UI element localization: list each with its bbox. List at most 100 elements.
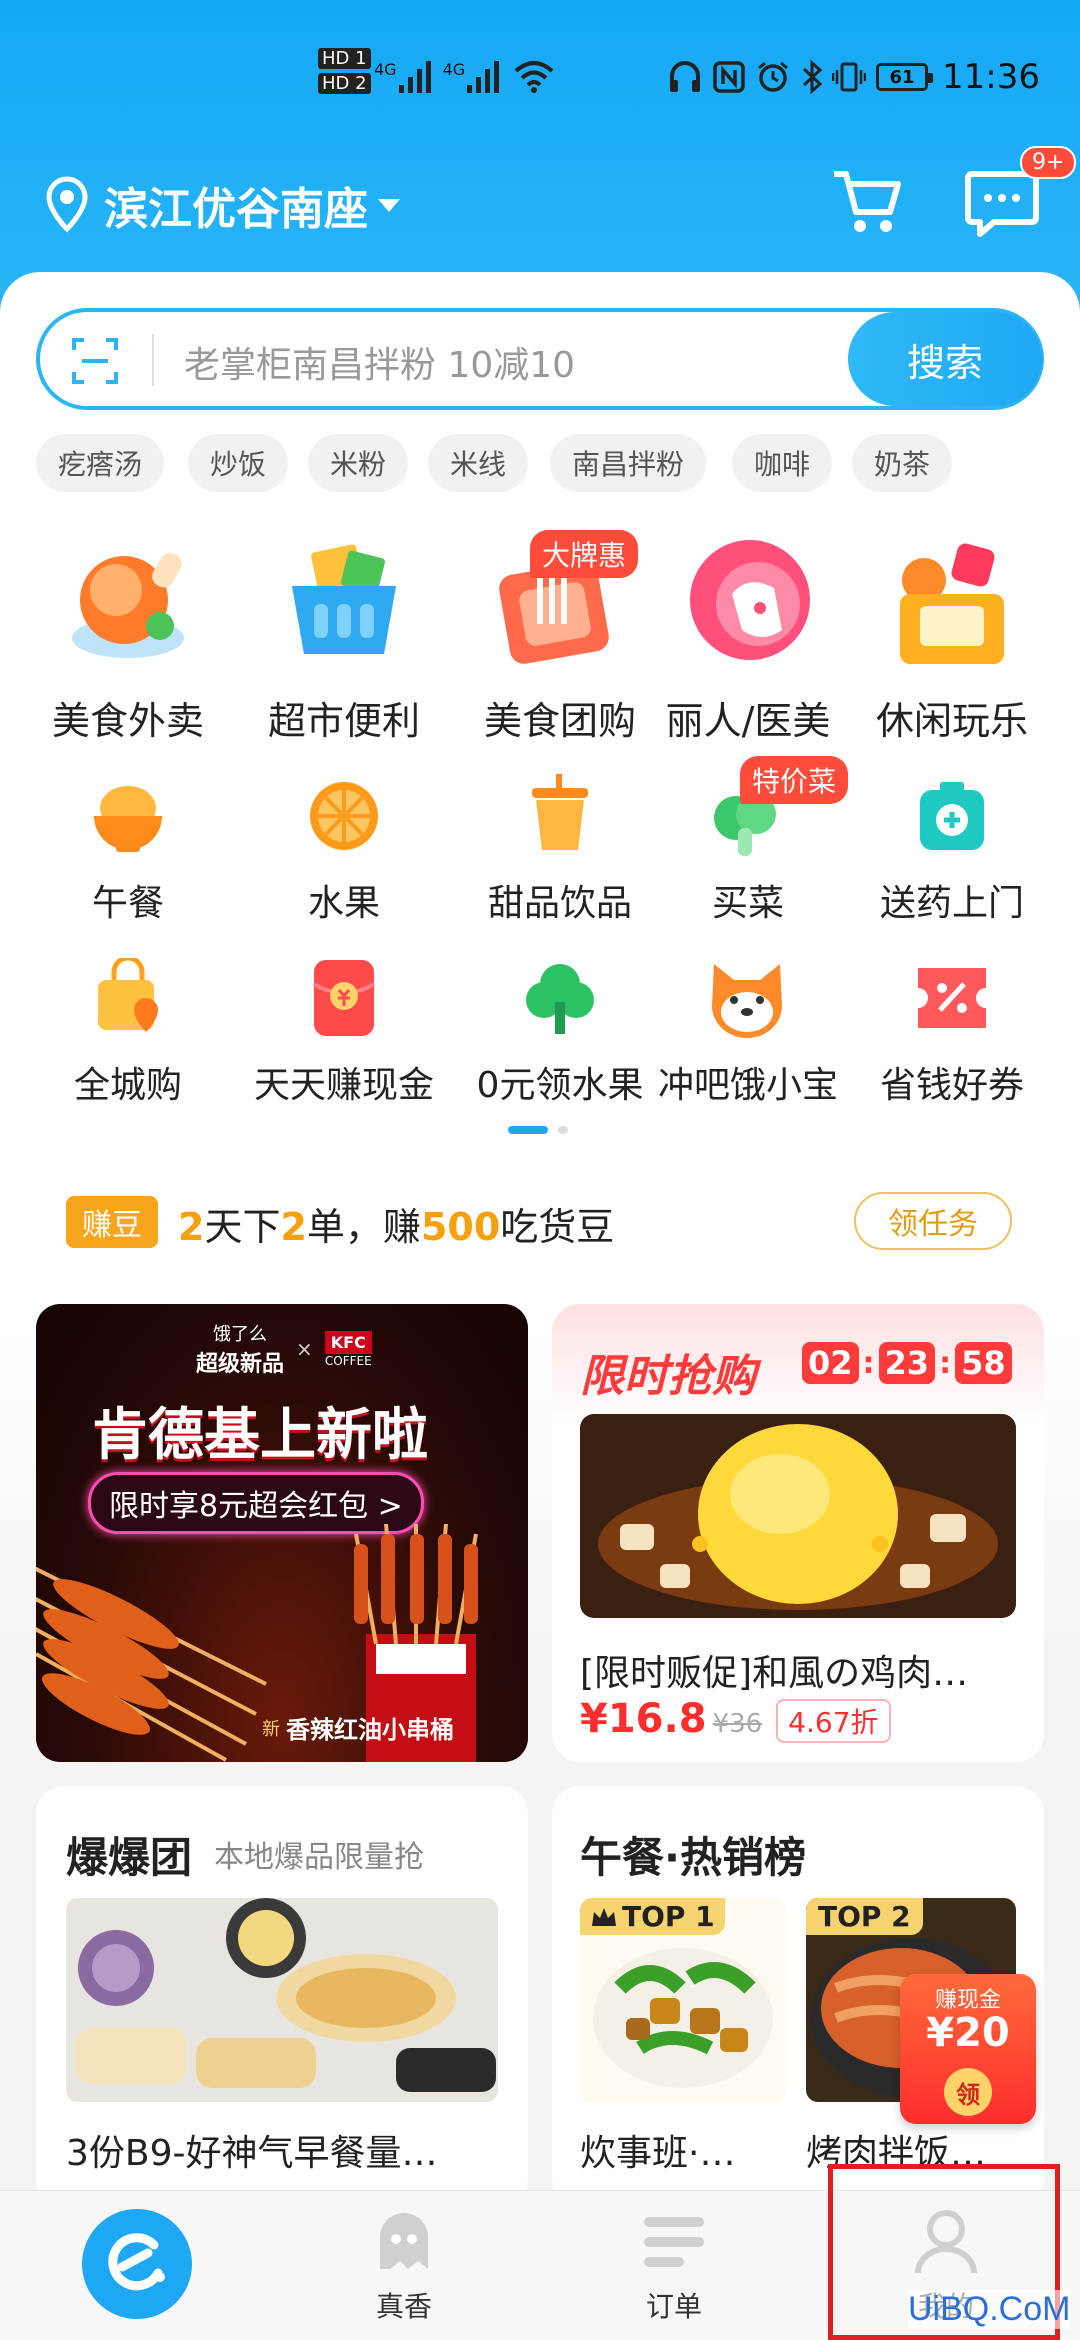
- category-ele-pet[interactable]: 冲吧饿小宝: [640, 952, 856, 1112]
- signal-icon-1: [398, 61, 431, 93]
- scan-icon[interactable]: [70, 336, 120, 386]
- nav-label: 真香: [375, 2290, 432, 2323]
- rice-bowl-icon: [94, 786, 162, 852]
- hot-tag[interactable]: 奶茶: [852, 434, 953, 492]
- earn-tag: 赚豆: [66, 1196, 158, 1248]
- alarm-icon: [758, 61, 788, 92]
- banner-title: 肯德基上新啦: [92, 1403, 428, 1468]
- location-selector[interactable]: 滨江优谷南座: [42, 170, 400, 240]
- net-label-2: 4G: [442, 59, 466, 79]
- wifi-icon: [514, 61, 554, 93]
- vibrate-icon: [832, 62, 866, 92]
- earn-cash-claim-button[interactable]: 领: [944, 2068, 992, 2116]
- crown-icon: [592, 1907, 616, 1926]
- message-badge: 9+: [1020, 146, 1077, 179]
- rank-item-1[interactable]: TOP 1: [580, 1898, 786, 2102]
- leisure-gift-icon: [900, 543, 1004, 664]
- rank-item-1-name: 炊事班·…: [580, 2133, 736, 2174]
- category-label: 丽人/医美: [665, 699, 831, 743]
- page-indicator: [508, 1126, 568, 1134]
- eleme-brand: 饿了么: [213, 1324, 267, 1345]
- category-dessert-drinks[interactable]: 甜品饮品: [452, 770, 668, 930]
- hot-tag[interactable]: 米粉: [308, 434, 409, 492]
- baobao-card[interactable]: 爆爆团 本地爆品限量抢 3份B9-好神气早餐量…: [36, 1786, 528, 2206]
- battery-icon: 61: [876, 63, 933, 91]
- category-label: 午餐: [91, 883, 164, 924]
- message-button[interactable]: 9+: [964, 146, 1077, 240]
- category-city-shopping[interactable]: 全城购: [20, 952, 236, 1112]
- earn-beans-bar[interactable]: 赚豆 2天下2单，赚500吃货豆 领任务: [36, 1160, 1044, 1280]
- orange-slice-icon: [310, 782, 378, 850]
- kfc-coffee-label: COFFEE: [324, 1353, 372, 1368]
- watermark: UiBQ.CoM: [908, 2290, 1071, 2329]
- category-label: 全城购: [73, 1065, 182, 1106]
- category-label: 买菜: [711, 883, 784, 924]
- category-fruit[interactable]: 水果: [236, 770, 452, 930]
- nav-tab-zhenxiang[interactable]: 真香: [344, 2207, 464, 2337]
- page-dot-active: [508, 1126, 548, 1134]
- category-leisure[interactable]: 休闲玩乐: [844, 530, 1060, 750]
- kfc-logo: KFC: [324, 1330, 372, 1354]
- category-earn-cash[interactable]: 天天赚现金: [236, 952, 452, 1112]
- nfc-icon: [713, 61, 745, 93]
- discount-tag: 4.67折: [776, 1699, 891, 1743]
- hot-tag[interactable]: 咖啡: [732, 434, 833, 492]
- category-label: 送药上门: [879, 883, 1024, 924]
- new-tag: 新: [262, 1718, 280, 1740]
- category-food-delivery[interactable]: 美食外卖: [20, 530, 236, 750]
- nav-label: 订单: [645, 2290, 702, 2323]
- category-label: 0元领水果: [476, 1065, 644, 1106]
- countdown-seconds: 58: [955, 1342, 1012, 1384]
- lunch-rank-title: 午餐·热销榜: [580, 1833, 806, 1882]
- earn-text: 2天下2单，赚500吃货豆: [178, 1196, 614, 1251]
- hot-tag[interactable]: 南昌拌粉: [550, 434, 707, 492]
- battery-level: 61: [889, 66, 915, 88]
- banner-product: 新 香辣红油小串桶: [262, 1710, 454, 1745]
- category-label: 天天赚现金: [253, 1065, 434, 1106]
- category-label: 省钱好券: [879, 1065, 1024, 1106]
- super-new-label: 超级新品: [196, 1352, 285, 1377]
- category-groceries[interactable]: 特价菜 买菜: [640, 756, 856, 930]
- earn-cash-float[interactable]: 赚现金 ¥20 领: [900, 1974, 1036, 2124]
- medicine-box-icon: [920, 782, 984, 850]
- category-lunch[interactable]: 午餐: [20, 770, 236, 930]
- earn-orders: 2: [280, 1205, 307, 1249]
- category-free-fruit[interactable]: 0元领水果: [452, 952, 668, 1112]
- baobao-item-name: 3份B9-好神气早餐量…: [66, 2133, 438, 2174]
- nav-tab-orders[interactable]: 订单: [614, 2207, 734, 2337]
- category-coupons[interactable]: 省钱好券: [844, 952, 1060, 1112]
- category-supermarket[interactable]: 超市便利: [236, 530, 452, 750]
- category-badge: 大牌惠: [530, 530, 639, 578]
- countdown-timer: 02 : 23 : 58: [802, 1342, 1012, 1384]
- breakfast-image: [66, 1898, 498, 2102]
- claim-task-button[interactable]: 领任务: [854, 1192, 1012, 1250]
- category-badge: 特价菜: [740, 756, 849, 804]
- fruit-tree-icon: [526, 964, 594, 1034]
- hot-tag[interactable]: 炒饭: [188, 434, 289, 492]
- sale-price: ¥16.8: [580, 1696, 707, 1742]
- category-group-buy[interactable]: 大牌惠 美食团购: [452, 530, 668, 750]
- location-pin-icon: [46, 176, 88, 233]
- hot-tag[interactable]: 米线: [428, 434, 529, 492]
- product-name: 香辣红油小串桶: [286, 1716, 454, 1744]
- hd1-label: HD 1: [318, 48, 371, 69]
- shopping-bag-location-icon: [98, 958, 158, 1032]
- category-beauty[interactable]: 丽人/医美: [640, 530, 856, 750]
- search-button[interactable]: 搜索: [848, 312, 1042, 406]
- kfc-banner[interactable]: 饿了么 超级新品 × KFC COFFEE 肯德基上新啦 限时享8元超会红包 >…: [36, 1304, 528, 1762]
- search-input[interactable]: 老掌柜南昌拌粉 10减10: [184, 336, 575, 388]
- shiba-dog-icon: [712, 964, 782, 1038]
- beauty-face-icon: [690, 540, 810, 660]
- flash-sale-price-row: ¥16.8 ¥36 4.67折: [580, 1696, 891, 1743]
- coupon-icon: [918, 968, 986, 1028]
- eleme-logo-icon: [108, 2233, 165, 2291]
- earn-text-1: 天下: [204, 1205, 281, 1249]
- countdown-hours: 02: [802, 1342, 859, 1384]
- flash-sale-card[interactable]: 限时抢购 02 : 23 : 58 [限时贩促]和風の鸡肉… ¥16.8 ¥36…: [552, 1304, 1044, 1762]
- countdown-colon: :: [939, 1345, 952, 1381]
- hot-tag[interactable]: 疙瘩汤: [36, 434, 165, 492]
- signal-icon-2: [467, 61, 500, 93]
- nav-home[interactable]: [82, 2209, 192, 2319]
- cart-icon[interactable]: [828, 164, 904, 240]
- category-medicine[interactable]: 送药上门: [844, 770, 1060, 930]
